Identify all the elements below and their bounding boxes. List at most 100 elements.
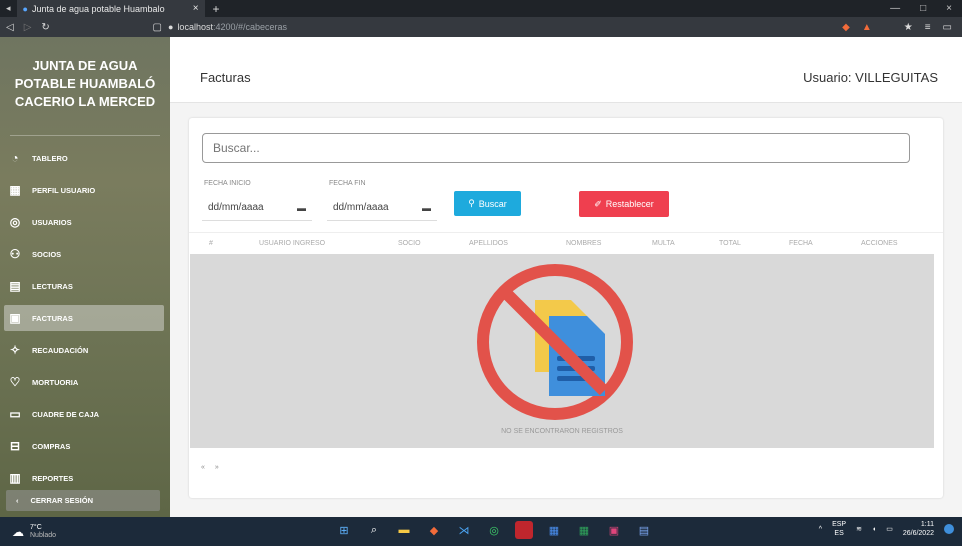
sidebar-item-compras[interactable]: ⊟ COMPRAS — [4, 433, 164, 459]
maximize-icon[interactable]: □ — [920, 3, 926, 14]
column-header: SOCIO — [398, 240, 421, 247]
logout-button[interactable]: ‹ CERRAR SESIÓN — [6, 490, 160, 511]
page-title: Facturas — [200, 70, 251, 85]
vscode-icon[interactable]: ⋊ — [455, 521, 473, 539]
column-header: MULTA — [652, 240, 675, 247]
chevron-up-icon[interactable]: ^ — [819, 526, 822, 533]
sidebar-item-label: USUARIOS — [32, 217, 72, 227]
taskbar-apps: ⊞ ⌕ ▬ ◆ ⋊ ◎ ▦ ▦ ▣ ▤ — [335, 521, 653, 539]
back-tab-icon[interactable]: ◂ — [0, 3, 17, 14]
next-page-button[interactable]: » — [215, 464, 219, 471]
start-date-field[interactable]: dd/mm/aaaa ▬ — [202, 195, 312, 221]
users-icon: ◎ — [9, 215, 21, 229]
excel-icon[interactable]: ▦ — [575, 521, 593, 539]
url-path: :4200/#/cabeceras — [212, 22, 288, 32]
rewards-icon[interactable]: ▲ — [862, 22, 872, 33]
clock[interactable]: 1:11 26/6/2022 — [903, 520, 934, 538]
word-icon[interactable]: ▦ — [545, 521, 563, 539]
sidebar-item-usuarios[interactable]: ◎ USUARIOS — [4, 209, 164, 235]
address-bar[interactable]: ● localhost:4200/#/cabeceras — [168, 22, 287, 32]
brand-line-3: CACERIO LA MERCED — [14, 94, 156, 109]
url-host: localhost — [177, 22, 213, 32]
end-date-field[interactable]: dd/mm/aaaa ▬ — [327, 195, 437, 221]
sidebar-item-socios[interactable]: ⚇ SOCIOS — [4, 241, 164, 267]
purchases-icon: ⊟ — [9, 439, 21, 453]
app-blue-icon[interactable]: ▤ — [635, 521, 653, 539]
search-input[interactable] — [202, 133, 910, 163]
browser-tabbar: ◂ ● Junta de agua potable Huambalo × + —… — [0, 0, 962, 17]
search-icon: ⚲ — [468, 198, 475, 208]
sidebar-item-lecturas[interactable]: ▤ LECTURAS — [4, 273, 164, 299]
brand-divider — [10, 135, 160, 136]
app-pink-icon[interactable]: ▣ — [605, 521, 623, 539]
sidebar-item-label: RECAUDACIÓN — [32, 345, 89, 355]
forward-icon[interactable]: ▷ — [24, 22, 32, 33]
sidebar-item-facturas[interactable]: ▣ FACTURAS — [4, 305, 164, 331]
search-button-label: Buscar — [478, 198, 507, 209]
sidebar-item-recaudacion[interactable]: ✧ RECAUDACIÓN — [4, 337, 164, 363]
cloud-icon: ☁ — [12, 524, 24, 539]
start-date-label: FECHA INICIO — [204, 180, 251, 187]
chevron-left-icon: ‹ — [16, 496, 19, 505]
new-tab-button[interactable]: + — [213, 2, 220, 16]
close-window-icon[interactable]: × — [946, 3, 952, 14]
sidebar-item-label: SOCIOS — [32, 249, 62, 259]
dashboard-icon: ◔ — [11, 151, 19, 165]
minimize-icon[interactable]: — — [890, 3, 900, 14]
sidebar-item-tablero[interactable]: ◔ TABLERO — [4, 145, 164, 171]
system-tray: ^ ESP ES ≋ ◖ ▭ 1:11 26/6/2022 — [819, 520, 954, 538]
reset-button[interactable]: ✐ Restablecer — [579, 191, 669, 217]
sidebar-item-mortuoria[interactable]: ♡ MORTUORIA — [4, 369, 164, 395]
search-button[interactable]: ⚲ Buscar — [454, 191, 521, 216]
heart-icon: ♡ — [9, 375, 21, 389]
battery-icon[interactable]: ▭ — [886, 525, 893, 533]
page-header: Facturas Usuario: VILLEGUITAS — [170, 37, 962, 103]
calendar-icon[interactable]: ▬ — [422, 203, 431, 213]
brave-browser-icon[interactable]: ◆ — [425, 521, 443, 539]
whatsapp-icon[interactable]: ◎ — [485, 521, 503, 539]
brand-title: JUNTA DE AGUA POTABLE HUAMBALÓ CACERIO L… — [0, 57, 170, 111]
language-indicator[interactable]: ESP ES — [832, 520, 846, 538]
no-documents-icon — [477, 264, 633, 420]
reset-button-label: Restablecer — [605, 199, 654, 209]
back-icon[interactable]: ◁ — [6, 22, 14, 33]
taskbar: ☁ 7°C Nublado ⊞ ⌕ ▬ ◆ ⋊ ◎ ▦ ▦ ▣ ▤ ^ ESP … — [0, 517, 962, 546]
browser-tab[interactable]: ● Junta de agua potable Huambalo × — [16, 0, 205, 17]
pagination: « » — [201, 464, 219, 471]
partners-icon: ⚇ — [9, 247, 21, 261]
sidebar-item-label: FACTURAS — [32, 313, 73, 323]
sidebar-item-label: LECTURAS — [32, 281, 73, 291]
table-header: # USUARIO INGRESO SOCIO APELLIDOS NOMBRE… — [189, 232, 943, 253]
volume-icon[interactable]: ◖ — [872, 526, 876, 533]
clock-date: 26/6/2022 — [902, 530, 934, 537]
extensions-icon[interactable]: ★ — [904, 22, 913, 33]
start-date-value: dd/mm/aaaa — [208, 202, 264, 213]
notification-icon[interactable] — [944, 524, 954, 534]
sidebar-item-label: PERFIL USUARIO — [32, 185, 96, 195]
end-date-value: dd/mm/aaaa — [333, 202, 389, 213]
close-tab-icon[interactable]: × — [193, 3, 199, 14]
eraser-icon: ✐ — [594, 198, 602, 209]
brave-shield-icon[interactable]: ◆ — [842, 22, 850, 33]
windows-start-icon[interactable]: ⊞ — [335, 521, 353, 539]
sidebar-item-cuadre-de-caja[interactable]: ▭ CUADRE DE CAJA — [4, 401, 164, 427]
bookmark-icon[interactable]: ▢ — [153, 22, 162, 33]
reload-icon[interactable]: ↻ — [41, 22, 49, 33]
app-red-icon[interactable] — [515, 521, 533, 539]
calendar-icon[interactable]: ▬ — [297, 203, 306, 213]
playlist-icon[interactable]: ≡ — [925, 22, 931, 33]
prev-page-button[interactable]: « — [201, 464, 205, 471]
column-header: USUARIO INGRESO — [259, 240, 326, 247]
readings-icon: ▤ — [9, 279, 21, 293]
wallet-icon[interactable]: ▭ — [943, 22, 952, 33]
sidebar-item-perfil-usuario[interactable]: ▦ PERFIL USUARIO — [4, 177, 164, 203]
invoices-card: FECHA INICIO dd/mm/aaaa ▬ FECHA FIN dd/m… — [189, 118, 943, 498]
sidebar-item-reportes[interactable]: ▥ REPORTES — [4, 465, 164, 491]
weather-widget[interactable]: ☁ 7°C Nublado — [0, 524, 120, 540]
file-explorer-icon[interactable]: ▬ — [395, 521, 413, 539]
sidebar-item-label: MORTUORIA — [32, 377, 79, 387]
sidebar: JUNTA DE AGUA POTABLE HUAMBALÓ CACERIO L… — [0, 37, 170, 517]
column-header: APELLIDOS — [469, 240, 508, 247]
search-icon[interactable]: ⌕ — [365, 521, 383, 539]
wifi-icon[interactable]: ≋ — [856, 525, 862, 533]
